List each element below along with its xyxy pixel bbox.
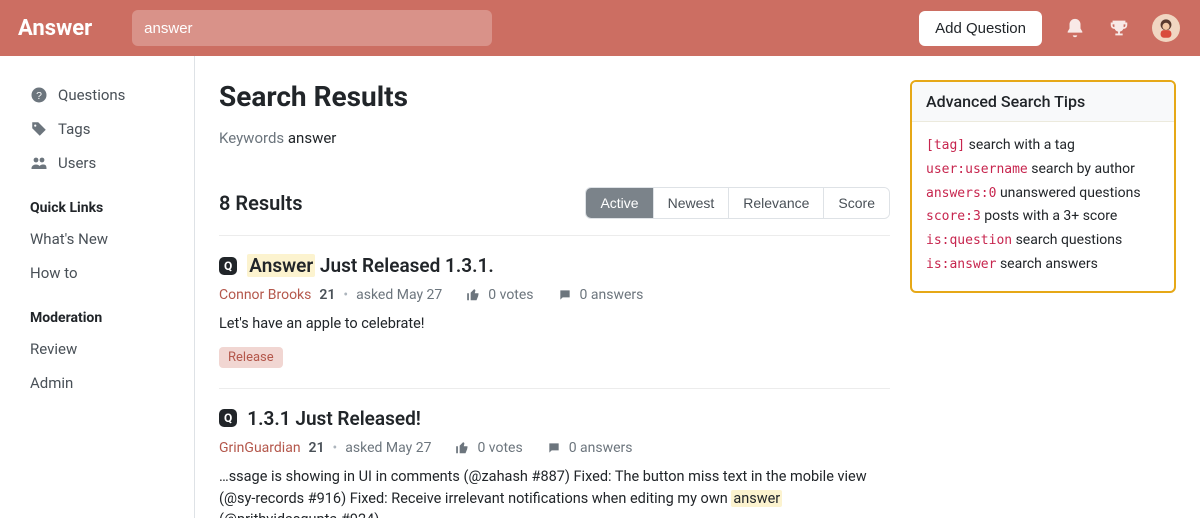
- votes: 0 votes: [477, 440, 522, 456]
- author-rep: 21: [309, 440, 325, 456]
- result-excerpt: …ssage is showing in UI in comments (@za…: [219, 466, 890, 518]
- tips-heading: Advanced Search Tips: [912, 82, 1174, 122]
- sidebar-item-label: Users: [58, 154, 96, 172]
- trophy-icon[interactable]: [1108, 17, 1130, 39]
- asked-time: asked May 27: [356, 287, 442, 303]
- tip-row: is:answer search answers: [926, 253, 1160, 277]
- tip-row: score:3 posts with a 3+ score: [926, 205, 1160, 229]
- result-title[interactable]: Q Answer Just Released 1.3.1.: [219, 254, 890, 277]
- thumb-up-icon: [466, 288, 480, 302]
- highlight: Answer: [247, 254, 315, 277]
- tips-body: [tag] search with a tag user:username se…: [912, 122, 1174, 291]
- search-input[interactable]: [132, 10, 492, 46]
- sidebar-item-questions[interactable]: ? Questions: [0, 78, 194, 112]
- votes: 0 votes: [488, 287, 533, 303]
- thumb-up-icon: [455, 441, 469, 455]
- question-circle-icon: ?: [30, 86, 48, 104]
- keywords-line: Keywords answer: [219, 129, 890, 147]
- answers-count: 0 answers: [569, 440, 633, 456]
- content: Search Results Keywords answer 8 Results…: [219, 80, 890, 518]
- sidebar: ? Questions Tags Users Quick Links What'…: [0, 56, 195, 518]
- author-rep: 21: [319, 287, 335, 303]
- users-icon: [30, 154, 48, 172]
- topbar-right: Add Question: [919, 11, 1180, 46]
- add-question-button[interactable]: Add Question: [919, 11, 1042, 46]
- avatar[interactable]: [1152, 14, 1180, 42]
- comment-icon: [547, 441, 561, 455]
- result-excerpt: Let's have an apple to celebrate!: [219, 313, 890, 335]
- bell-icon[interactable]: [1064, 17, 1086, 39]
- highlight: answer: [731, 490, 782, 507]
- results-count: 8 Results: [219, 191, 303, 215]
- answers-count: 0 answers: [580, 287, 644, 303]
- tip-row: [tag] search with a tag: [926, 134, 1160, 158]
- main: Search Results Keywords answer 8 Results…: [195, 56, 1200, 518]
- advanced-search-tips: Advanced Search Tips [tag] search with a…: [910, 80, 1176, 293]
- sidebar-item-label: Questions: [58, 86, 125, 104]
- quick-links-heading: Quick Links: [0, 180, 194, 222]
- search-result: Q Answer Just Released 1.3.1. Connor Bro…: [219, 235, 890, 388]
- tip-row: user:username search by author: [926, 158, 1160, 182]
- question-badge: Q: [219, 409, 237, 427]
- author-link[interactable]: Connor Brooks: [219, 287, 311, 303]
- result-meta: GrinGuardian 21 • asked May 27 0 votes 0…: [219, 440, 890, 456]
- author-link[interactable]: GrinGuardian: [219, 440, 301, 456]
- right-panel: Advanced Search Tips [tag] search with a…: [910, 80, 1176, 518]
- topbar: Answer Add Question: [0, 0, 1200, 56]
- result-title-text: 1.3.1 Just Released!: [247, 407, 421, 430]
- quick-link-whats-new[interactable]: What's New: [0, 222, 194, 256]
- tab-newest[interactable]: Newest: [653, 188, 729, 218]
- quick-link-how-to[interactable]: How to: [0, 256, 194, 290]
- result-title-text: Answer Just Released 1.3.1.: [247, 254, 494, 277]
- asked-time: asked May 27: [345, 440, 431, 456]
- keywords-label: Keywords: [219, 129, 284, 147]
- svg-text:?: ?: [36, 90, 42, 102]
- sidebar-item-label: Tags: [58, 120, 90, 138]
- tag-icon: [30, 120, 48, 138]
- result-title[interactable]: Q 1.3.1 Just Released!: [219, 407, 890, 430]
- tip-row: is:question search questions: [926, 229, 1160, 253]
- sidebar-item-tags[interactable]: Tags: [0, 112, 194, 146]
- moderation-review[interactable]: Review: [0, 332, 194, 366]
- comment-icon: [558, 288, 572, 302]
- tab-active[interactable]: Active: [586, 188, 652, 218]
- search-wrap: [132, 10, 492, 46]
- sort-tabs: Active Newest Relevance Score: [585, 187, 890, 219]
- page-title: Search Results: [219, 80, 890, 113]
- tab-score[interactable]: Score: [823, 188, 889, 218]
- result-meta: Connor Brooks 21 • asked May 27 0 votes …: [219, 287, 890, 303]
- question-badge: Q: [219, 257, 237, 275]
- tip-row: answers:0 unanswered questions: [926, 182, 1160, 206]
- moderation-heading: Moderation: [0, 290, 194, 332]
- tag-release[interactable]: Release: [219, 347, 283, 368]
- sidebar-item-users[interactable]: Users: [0, 146, 194, 180]
- tab-relevance[interactable]: Relevance: [728, 188, 823, 218]
- logo[interactable]: Answer: [18, 16, 92, 41]
- keywords-value: answer: [288, 129, 337, 147]
- search-result: Q 1.3.1 Just Released! GrinGuardian 21 •…: [219, 388, 890, 518]
- moderation-admin[interactable]: Admin: [0, 366, 194, 400]
- results-header: 8 Results Active Newest Relevance Score: [219, 187, 890, 219]
